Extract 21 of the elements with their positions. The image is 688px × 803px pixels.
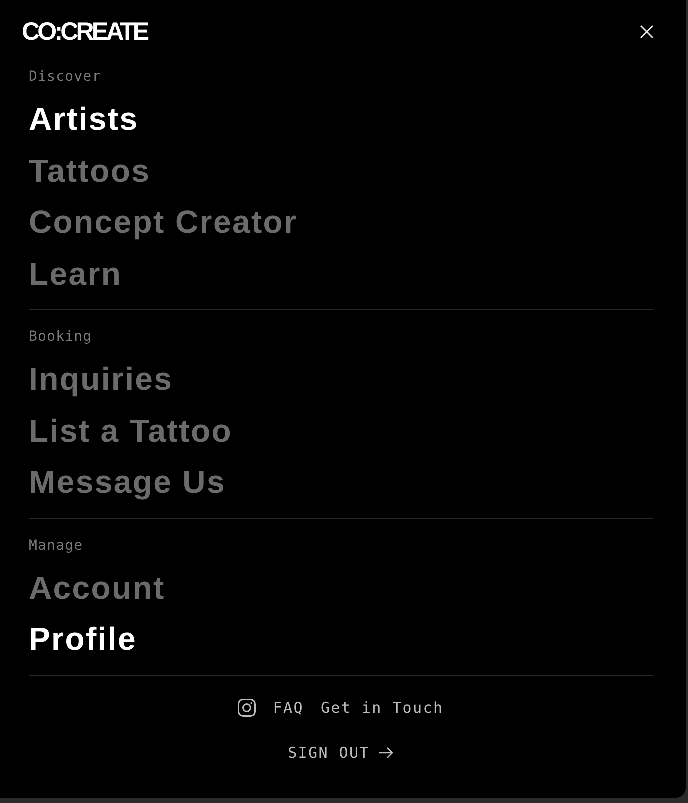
menu-link[interactable]: Learn <box>29 248 122 300</box>
menu-link[interactable]: List a Tattoo <box>29 406 232 457</box>
menu-link[interactable]: Profile <box>29 614 137 666</box>
menu-link[interactable]: Concept Creator <box>29 197 298 248</box>
menu-link[interactable]: Account <box>29 562 166 614</box>
menu-link[interactable]: Inquiries <box>29 354 174 406</box>
logo: CO:CREATE <box>22 20 148 44</box>
footer-link[interactable]: Get in Touch <box>320 696 444 720</box>
section-label: Booking <box>29 328 92 347</box>
camera-link[interactable] <box>238 698 256 716</box>
menu-link[interactable]: Message Us <box>29 457 226 508</box>
section-label: Manage <box>29 536 84 556</box>
arrow-right-icon <box>378 746 394 758</box>
camera-icon <box>238 698 256 716</box>
close-icon <box>640 25 654 39</box>
footer-link[interactable]: FAQ <box>273 696 304 720</box>
close-button[interactable] <box>639 24 655 40</box>
section-label: Discover <box>29 68 102 87</box>
menu-link[interactable]: Artists <box>29 94 139 146</box>
menu-link[interactable]: Tattoos <box>29 146 151 197</box>
sign-out-button[interactable]: SIGN OUT <box>288 740 394 764</box>
